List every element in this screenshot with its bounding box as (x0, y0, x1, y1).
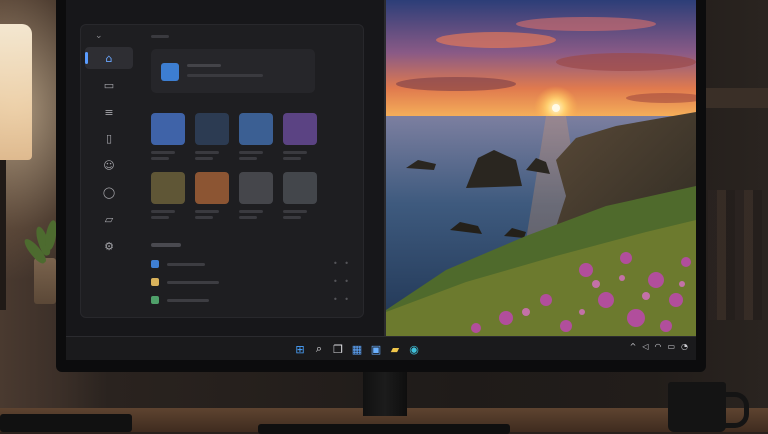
windows-logo-icon[interactable]: ⊞ (292, 341, 308, 357)
app-tile[interactable] (239, 172, 273, 204)
folder-icon[interactable]: ▰ (387, 341, 403, 357)
hero-subtitle-placeholder (187, 74, 263, 77)
document-icon: ▯ (105, 131, 113, 145)
tile-caption-placeholder (151, 157, 169, 160)
system-tray: ^ ◁ ◠ ▭ ◔ (630, 342, 688, 351)
app-tile[interactable] (283, 113, 317, 145)
tile-caption-placeholder (195, 151, 219, 154)
more-options-icon[interactable]: • • (333, 295, 351, 304)
tile-caption-placeholder (151, 210, 175, 213)
list-icon: ≡ (104, 105, 114, 119)
monitor-stand (363, 368, 407, 416)
app-tile[interactable] (151, 172, 185, 204)
edge-browser-icon[interactable]: ◉ (406, 341, 422, 357)
wifi-icon[interactable]: ◠ (654, 342, 661, 351)
collapse-chevron-icon[interactable]: ⌄ (95, 31, 103, 41)
hero-thumbnail (161, 63, 179, 81)
list-item-color-dot (151, 260, 159, 268)
list-item[interactable]: • • (151, 259, 351, 269)
coastal-sunset-wallpaper (386, 0, 696, 336)
sidebar-item-folder[interactable]: ▱ (85, 208, 133, 230)
tile-caption-placeholder (195, 157, 213, 160)
list-item[interactable]: • • (151, 277, 351, 287)
more-options-icon[interactable]: • • (333, 277, 351, 286)
battery-icon[interactable]: ▭ (667, 342, 675, 351)
section-title-placeholder (151, 243, 181, 247)
sidebar-item-messages[interactable]: ◯ (85, 181, 133, 203)
notification-icon[interactable]: ◔ (681, 342, 688, 351)
user-icon: ☺ (103, 158, 115, 172)
bookshelf (708, 190, 762, 320)
list-item[interactable]: • • (151, 295, 351, 305)
sidebar-item-home[interactable]: ⌂ (85, 47, 133, 69)
tile-caption-placeholder (283, 151, 307, 154)
tile-caption-placeholder (195, 216, 213, 219)
desktop-screen: ⌄ ⌂ ▭ ≡ ▯ ☺ ◯ ▱ ⚙ • • • • • • ⊞ ⌕ ❐ ▦ ▣ … (66, 0, 696, 360)
more-options-icon[interactable]: • • (333, 259, 351, 268)
store-icon[interactable]: ▣ (368, 341, 384, 357)
list-item-text-placeholder (167, 281, 219, 284)
chevron-up-icon[interactable]: ^ (630, 342, 637, 351)
coffee-mug (668, 382, 726, 432)
tile-caption-placeholder (195, 210, 219, 213)
gear-icon: ⚙ (104, 239, 114, 253)
app-tile[interactable] (195, 172, 229, 204)
tile-caption-placeholder (239, 157, 257, 160)
chat-bubble-icon: ◯ (102, 185, 116, 199)
tile-caption-placeholder (283, 216, 301, 219)
list-item-text-placeholder (167, 299, 209, 302)
list-item-text-placeholder (167, 263, 205, 266)
app-window: ⌄ ⌂ ▭ ≡ ▯ ☺ ◯ ▱ ⚙ • • • • • • (80, 24, 364, 318)
list-item-color-dot (151, 278, 159, 286)
task-view-icon[interactable]: ❐ (330, 341, 346, 357)
tile-caption-placeholder (151, 151, 175, 154)
app-tile[interactable] (151, 113, 185, 145)
folder-icon: ▱ (104, 212, 114, 226)
app-window-area: ⌄ ⌂ ▭ ≡ ▯ ☺ ◯ ▱ ⚙ • • • • • • (66, 0, 384, 336)
tile-caption-placeholder (283, 210, 307, 213)
widgets-icon[interactable]: ▦ (349, 341, 365, 357)
breadcrumb-placeholder (151, 35, 169, 38)
lamp (0, 24, 32, 160)
tile-caption-placeholder (151, 216, 169, 219)
speaker-icon[interactable]: ◁ (642, 342, 648, 351)
mousepad (0, 414, 132, 432)
app-tile[interactable] (195, 113, 229, 145)
mug-handle (722, 392, 749, 428)
hero-title-placeholder (187, 64, 221, 67)
search-icon[interactable]: ⌕ (311, 341, 327, 357)
hero-card[interactable] (151, 49, 315, 93)
sidebar-item-document[interactable]: ▯ (85, 127, 133, 149)
sidebar-item-list[interactable]: ≡ (85, 101, 133, 123)
tile-caption-placeholder (239, 216, 257, 219)
taskbar: ⊞ ⌕ ❐ ▦ ▣ ▰ ◉ ^ ◁ ◠ ▭ ◔ (66, 336, 696, 360)
shelf (706, 88, 768, 108)
sidebar-item-profile[interactable]: ☺ (85, 154, 133, 176)
tile-caption-placeholder (239, 151, 263, 154)
monitor-stand-base (258, 424, 510, 434)
monitor: ⌄ ⌂ ▭ ≡ ▯ ☺ ◯ ▱ ⚙ • • • • • • ⊞ ⌕ ❐ ▦ ▣ … (56, 0, 706, 372)
plant-pot (34, 258, 56, 304)
list-item-color-dot (151, 296, 159, 304)
sidebar-item-display[interactable]: ▭ (85, 74, 133, 96)
home-icon: ⌂ (105, 51, 113, 65)
app-tile[interactable] (283, 172, 317, 204)
tile-caption-placeholder (283, 157, 301, 160)
monitor-icon: ▭ (103, 78, 115, 92)
lamp-stand (0, 160, 6, 310)
sidebar-item-settings[interactable]: ⚙ (85, 235, 133, 257)
sidebar: ⌄ ⌂ ▭ ≡ ▯ ☺ ◯ ▱ ⚙ (81, 25, 135, 317)
tile-caption-placeholder (239, 210, 263, 213)
app-tile[interactable] (239, 113, 273, 145)
